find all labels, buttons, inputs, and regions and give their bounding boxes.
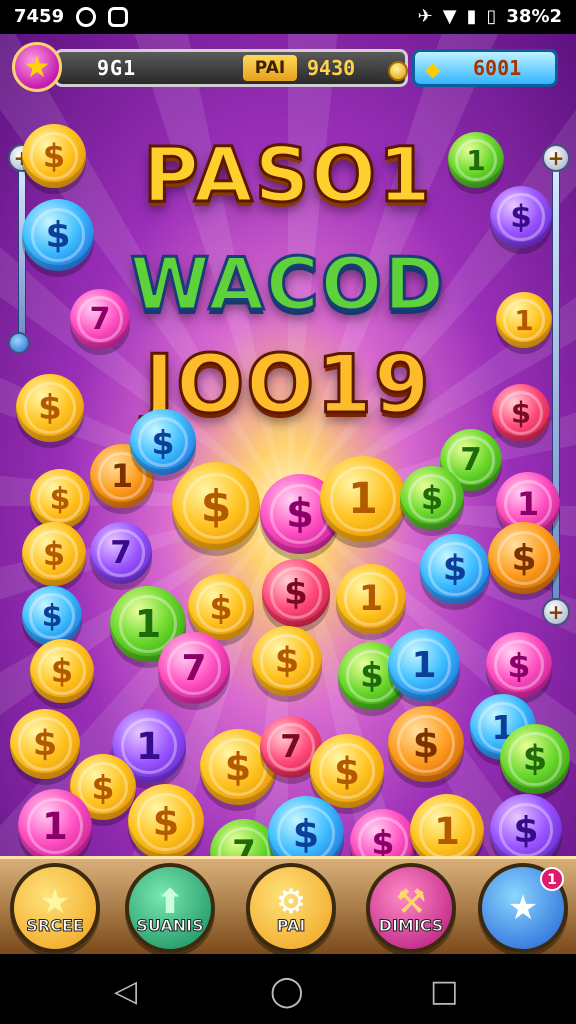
- bottom-navigation: ★ SRCEE ⬆ SUANIS ⚙ PAI ⚒ DIMICS ★ 1: [0, 856, 576, 954]
- coin-gold: $: [22, 522, 86, 586]
- coin-gold: $: [310, 734, 384, 808]
- notification-badge: 1: [540, 867, 564, 891]
- top-hud: 9G1 PAI 9430 ★ ◆ 6001: [8, 40, 568, 92]
- nav-label: DIMICS: [378, 916, 444, 936]
- nav-button-dimics[interactable]: ⚒ DIMICS: [366, 863, 456, 953]
- coin-orange: $: [488, 522, 560, 594]
- coin-blue: $: [130, 409, 196, 475]
- signal-icon: ▮: [466, 6, 477, 27]
- coin-gold: $: [30, 639, 94, 703]
- coin-gold: 1: [336, 564, 406, 634]
- hud-left-value: 9G1: [97, 56, 137, 80]
- coin-orange: $: [388, 706, 464, 782]
- battery-text: 38%2: [506, 6, 562, 27]
- coin-pink: $: [486, 632, 552, 698]
- coin-red: $: [492, 384, 550, 442]
- coin-green: $: [500, 724, 570, 794]
- coin-gold: $: [16, 374, 84, 442]
- app-notification-icon: [108, 6, 129, 27]
- coin-icon: [388, 61, 408, 81]
- home-icon[interactable]: ◯: [270, 974, 304, 1009]
- coin-gold: $: [252, 626, 322, 696]
- nav-button-suanis[interactable]: ⬆ SUANIS: [125, 863, 215, 953]
- coin-pink: 1: [18, 789, 92, 863]
- wifi-icon: ▼: [442, 6, 457, 27]
- nav-label: PAI: [276, 916, 306, 936]
- coin-purple: 7: [90, 522, 152, 584]
- coin-gold: $: [30, 469, 90, 529]
- gem-icon: ◆: [425, 57, 441, 81]
- coin-gold: 1: [496, 292, 552, 348]
- coin-pink: 7: [158, 632, 230, 704]
- hud-chip-label[interactable]: PAI: [243, 55, 297, 81]
- hud-right-value: 6001: [473, 56, 522, 80]
- coin-gold: $: [128, 784, 204, 860]
- nav-button-pai[interactable]: ⚙ PAI: [246, 863, 336, 953]
- battery-icon: ▯: [486, 6, 497, 27]
- coin-blue: $: [420, 534, 490, 604]
- nav-button-favorites[interactable]: ★ 1: [478, 863, 568, 953]
- coin-gold: $: [22, 124, 86, 188]
- coin-blue: $: [22, 586, 82, 646]
- coin-pink: 7: [70, 289, 130, 349]
- status-bar: 7459 ✈ ▼ ▮ ▯ 38%2: [0, 0, 576, 34]
- star-icon: ★: [507, 888, 539, 928]
- profile-star-icon[interactable]: ★: [12, 42, 62, 92]
- nav-button-srcee[interactable]: ★ SRCEE: [10, 863, 100, 953]
- coin-blue: 1: [388, 629, 460, 701]
- coin-gold: $: [10, 709, 80, 779]
- back-icon[interactable]: ◁: [114, 974, 137, 1009]
- hud-chip-value: 9430: [307, 56, 356, 80]
- notification-icon: [76, 6, 97, 27]
- coin-purple: $: [490, 186, 552, 248]
- recents-icon[interactable]: □: [430, 974, 458, 1009]
- coin-gold: $: [172, 462, 260, 550]
- hud-gems-panel[interactable]: ◆ 6001: [412, 49, 558, 87]
- nav-label: SRCEE: [26, 916, 84, 936]
- sync-icon: ✈: [417, 6, 433, 27]
- coin-gold: 1: [320, 456, 406, 542]
- status-time: 7459: [14, 6, 65, 27]
- title-line-3: JOO19: [143, 337, 432, 433]
- coin-gold: $: [188, 574, 254, 640]
- coin-blue: $: [22, 199, 94, 271]
- game-area[interactable]: 9G1 PAI 9430 ★ ◆ 6001 + + + PASO1 WACOD …: [0, 34, 576, 954]
- coin-green: $: [400, 466, 464, 530]
- nav-label: SUANIS: [136, 916, 204, 936]
- hud-balance-panel: 9G1 PAI 9430: [54, 49, 408, 87]
- coin-green: 1: [448, 132, 504, 188]
- right-slider-bottom-knob[interactable]: +: [542, 598, 570, 626]
- android-navigation-bar: ◁ ◯ □: [0, 954, 576, 1024]
- coin-red: $: [262, 559, 330, 627]
